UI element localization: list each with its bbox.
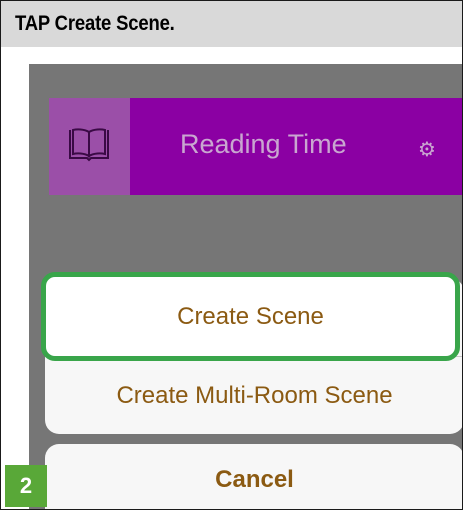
cancel-sheet: Cancel: [45, 444, 462, 509]
create-scene-button[interactable]: Create Scene: [46, 277, 455, 356]
cancel-button[interactable]: Cancel: [45, 444, 462, 509]
book-icon: [69, 128, 109, 162]
scene-name: Reading Time: [180, 129, 347, 159]
scene-icon-box: [49, 98, 130, 195]
gear-icon[interactable]: ⚙: [418, 137, 436, 161]
step-number: 2: [19, 473, 33, 498]
instruction-bar: TAP Create Scene.: [1, 1, 462, 47]
create-multi-room-scene-button[interactable]: Create Multi-Room Scene: [45, 356, 462, 435]
scene-row-reading-time[interactable]: Reading Time ⚙: [49, 98, 462, 195]
step-number-badge: 2: [5, 465, 47, 507]
instruction-text: TAP Create Scene.: [15, 12, 175, 35]
obscured-header-text: · · · · · · · · ·: [79, 64, 173, 72]
instruction-frame: TAP Create Scene. · · · · · · · · · Read…: [0, 0, 463, 510]
create-scene-highlight[interactable]: Create Scene: [41, 272, 460, 361]
